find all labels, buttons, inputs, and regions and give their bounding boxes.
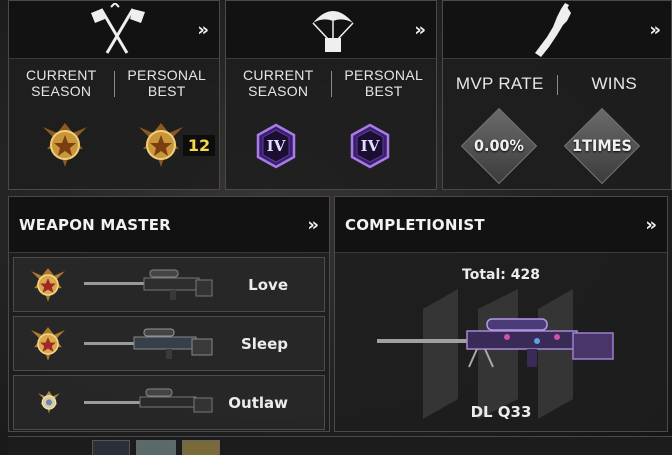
completionist-panel[interactable]: COMPLETIONIST » Total: 428 DL Q33 bbox=[334, 196, 668, 432]
mvp-more-button[interactable]: » bbox=[649, 19, 660, 40]
silver-medal-icon bbox=[38, 390, 60, 414]
season-panel-header: » bbox=[9, 1, 219, 59]
ranked-more-button[interactable]: » bbox=[414, 19, 425, 40]
completionist-header[interactable]: COMPLETIONIST » bbox=[335, 197, 667, 253]
personal-best-label: PERSONAL BEST bbox=[344, 67, 424, 99]
mvp-labels: MVP RATE WINS bbox=[443, 71, 671, 99]
weapon-master-header[interactable]: WEAPON MASTER » bbox=[9, 197, 329, 253]
weapon-name: Outlaw bbox=[228, 393, 288, 412]
mvp-rate-label: MVP RATE bbox=[455, 74, 544, 93]
personal-best-medal: 12 bbox=[129, 119, 219, 171]
weapon-master-title: WEAPON MASTER bbox=[19, 215, 171, 234]
mvp-panel-header: » bbox=[443, 1, 671, 59]
weapon-master-more-button[interactable]: » bbox=[307, 214, 318, 235]
parachute-drop-icon bbox=[312, 11, 354, 52]
arm-icon bbox=[535, 3, 571, 57]
weapon-row[interactable]: Love bbox=[13, 257, 325, 312]
season-more-button[interactable]: » bbox=[197, 19, 208, 40]
weapon-row[interactable]: Sleep bbox=[13, 316, 325, 371]
weapon-name: Love bbox=[248, 275, 288, 294]
gold-medal-icon bbox=[43, 123, 87, 167]
wins-value: 1TIMES bbox=[572, 136, 632, 155]
completion-total: Total: 428 bbox=[462, 267, 540, 283]
ranked-panel-header: » bbox=[226, 1, 436, 59]
best-rank-text: IV bbox=[360, 137, 380, 155]
medal-level-badge: 12 bbox=[182, 134, 216, 156]
sniper-rifle-icon bbox=[84, 388, 213, 413]
avatar-thumbnail[interactable] bbox=[182, 440, 220, 455]
current-season-label: CURRENT SEASON bbox=[242, 67, 314, 99]
gold-medal-icon bbox=[31, 268, 65, 302]
season-panel: » CURRENT SEASON PERSONAL BEST 12 bbox=[8, 0, 220, 190]
sniper-rifle-icon bbox=[84, 269, 213, 300]
season-labels: CURRENT SEASON PERSONAL BEST bbox=[9, 67, 219, 101]
weapon-name: Sleep bbox=[240, 334, 288, 353]
completionist-more-button[interactable]: » bbox=[645, 214, 656, 235]
avatar-thumbnail[interactable] bbox=[92, 440, 130, 455]
personal-best-label: PERSONAL BEST bbox=[127, 67, 207, 99]
avatar-thumbnail[interactable] bbox=[136, 440, 176, 455]
ranked-labels: CURRENT SEASON PERSONAL BEST bbox=[226, 67, 436, 101]
best-rank-badge: IV bbox=[348, 123, 392, 169]
mvp-rate-value: 0.00% bbox=[474, 136, 524, 155]
weapon-master-panel: WEAPON MASTER » Love Sleep Outlaw bbox=[8, 196, 330, 432]
completion-weapon-name: DL Q33 bbox=[470, 403, 532, 421]
weapon-row[interactable]: Outlaw bbox=[13, 375, 325, 430]
ranked-panel: » CURRENT SEASON PERSONAL BEST IV IV bbox=[225, 0, 437, 190]
completionist-title: COMPLETIONIST bbox=[345, 215, 485, 234]
current-season-medal bbox=[37, 119, 93, 171]
current-rank-badge: IV bbox=[254, 123, 298, 169]
crossed-flags-icon bbox=[91, 3, 145, 54]
current-rank-text: IV bbox=[266, 137, 286, 155]
gold-medal-icon bbox=[138, 123, 183, 167]
gold-medal-icon bbox=[31, 327, 65, 361]
sniper-rifle-icon bbox=[84, 328, 213, 359]
purple-sniper-rifle-icon bbox=[377, 318, 614, 368]
wins-label: WINS bbox=[591, 74, 638, 93]
current-season-label: CURRENT SEASON bbox=[25, 67, 97, 99]
bottom-panel-partial bbox=[8, 436, 672, 455]
mvp-panel: » MVP RATE WINS 0.00% 1TIMES bbox=[442, 0, 672, 190]
